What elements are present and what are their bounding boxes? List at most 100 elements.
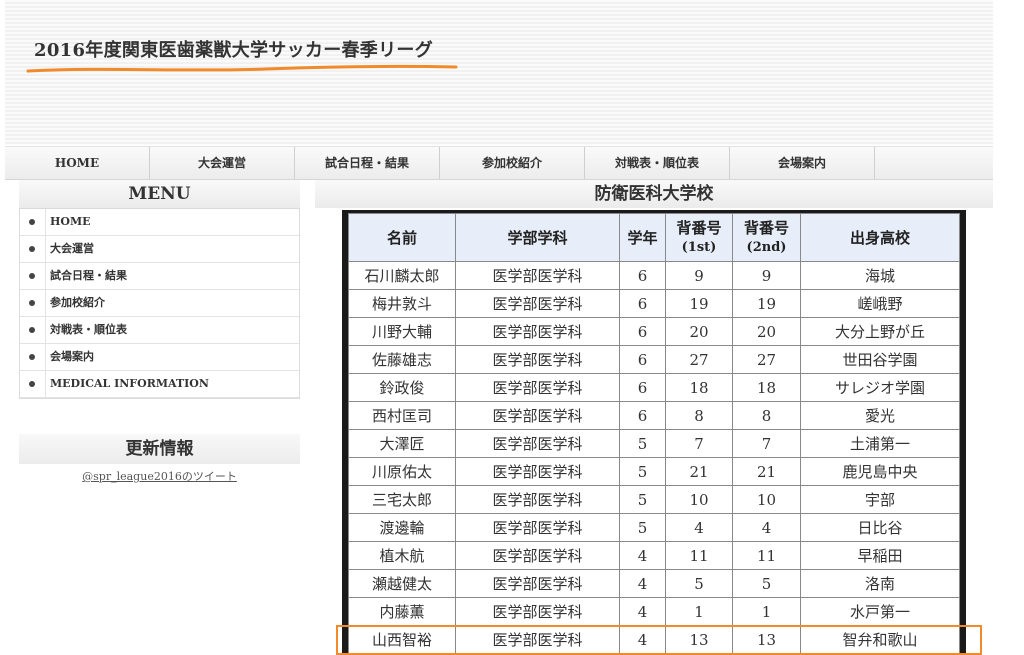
table-row: 鈴政俊 医学部医学科 6 18 18 サレジオ学園 (348, 373, 960, 402)
cell-high-school: 日比谷 (800, 513, 960, 542)
cell-grade: 5 (619, 457, 666, 486)
update-heading: 更新情報 (19, 434, 300, 464)
cell-number-2nd: 10 (732, 485, 801, 514)
cell-grade: 6 (619, 317, 666, 346)
bullet-icon (29, 273, 35, 279)
cell-department: 医学部医学科 (455, 541, 620, 570)
cell-grade: 4 (619, 625, 666, 654)
cell-name: 渡邊輪 (348, 513, 456, 542)
table-row: 渡邊輪 医学部医学科 5 4 4 日比谷 (348, 513, 960, 542)
cell-number-2nd: 11 (732, 541, 801, 570)
nav-participating-schools[interactable]: 参加校紹介 (440, 147, 585, 179)
cell-number-2nd: 18 (732, 373, 801, 402)
table-row: 西村匡司 医学部医学科 6 8 8 愛光 (348, 401, 960, 430)
title-underline-annotation (26, 64, 458, 73)
cell-number-2nd: 5 (732, 569, 801, 598)
header-high-school: 出身高校 (800, 213, 960, 262)
cell-grade: 6 (619, 289, 666, 318)
sidebar-item-participating-schools[interactable]: 参加校紹介 (20, 290, 299, 317)
header-number-1st: 背番号 (1st) (665, 213, 733, 262)
cell-name: 瀬越健太 (348, 569, 456, 598)
cell-department: 医学部医学科 (455, 513, 620, 542)
header-grade: 学年 (619, 213, 666, 262)
cell-number-2nd: 21 (732, 457, 801, 486)
roster-table-body: 石川麟太郎 医学部医学科 6 9 9 海城 梅井敦斗 医学部医学科 6 19 19 嵯峨野 川野大輔 医学… (348, 261, 960, 654)
sidebar-item-label: 試合日程・結果 (50, 269, 127, 282)
cell-department: 医学部医学科 (455, 569, 620, 598)
table-row: 内藤薫 医学部医学科 4 1 1 水戸第一 (348, 597, 960, 626)
table-row: 佐藤雄志 医学部医学科 6 27 27 世田谷学園 (348, 345, 960, 374)
cell-department: 医学部医学科 (455, 317, 620, 346)
cell-number-2nd: 8 (732, 401, 801, 430)
cell-name: 大澤匠 (348, 429, 456, 458)
cell-number-2nd: 13 (732, 625, 801, 654)
cell-department: 医学部医学科 (455, 373, 620, 402)
nav-venue-guide[interactable]: 会場案内 (730, 147, 875, 179)
cell-department: 医学部医学科 (455, 345, 620, 374)
cell-number-2nd: 4 (732, 513, 801, 542)
sidebar-item-schedule-results[interactable]: 試合日程・結果 (20, 263, 299, 290)
cell-number-1st: 21 (665, 457, 733, 486)
cell-department: 医学部医学科 (455, 597, 620, 626)
cell-grade: 6 (619, 345, 666, 374)
sidebar-item-standings[interactable]: 対戦表・順位表 (20, 317, 299, 344)
cell-high-school: 早稲田 (800, 541, 960, 570)
cell-number-1st: 4 (665, 513, 733, 542)
cell-number-1st: 8 (665, 401, 733, 430)
sidebar-item-label: MEDICAL INFORMATION (50, 377, 209, 390)
table-row: 川原佑太 医学部医学科 5 21 21 鹿児島中央 (348, 457, 960, 486)
cell-department: 医学部医学科 (455, 429, 620, 458)
sidebar-item-label: 参加校紹介 (50, 296, 105, 309)
nav-standings[interactable]: 対戦表・順位表 (585, 147, 730, 179)
cell-department: 医学部医学科 (455, 401, 620, 430)
sidebar-item-label: 対戦表・順位表 (50, 323, 127, 336)
cell-number-1st: 9 (665, 261, 733, 290)
cell-name: 川原佑太 (348, 457, 456, 486)
table-row: 梅井敦斗 医学部医学科 6 19 19 嵯峨野 (348, 289, 960, 318)
cell-department: 医学部医学科 (455, 289, 620, 318)
cell-name: 川野大輔 (348, 317, 456, 346)
nav-tournament-operation[interactable]: 大会運営 (150, 147, 295, 179)
cell-high-school: サレジオ学園 (800, 373, 960, 402)
sidebar-menu: HOME 大会運営 試合日程・結果 参加校紹介 対戦表・順位表 会場案内 MED… (19, 209, 300, 399)
table-row: 大澤匠 医学部医学科 5 7 7 土浦第一 (348, 429, 960, 458)
table-row: 山西智裕 医学部医学科 4 13 13 智弁和歌山 (348, 625, 960, 654)
cell-high-school: 愛光 (800, 401, 960, 430)
cell-high-school: 土浦第一 (800, 429, 960, 458)
table-row: 石川麟太郎 医学部医学科 6 9 9 海城 (348, 261, 960, 290)
bullet-icon (29, 300, 35, 306)
nav-home[interactable]: HOME (5, 147, 150, 179)
cell-high-school: 宇部 (800, 485, 960, 514)
cell-number-1st: 10 (665, 485, 733, 514)
bullet-icon (29, 327, 35, 333)
bullet-icon (29, 381, 35, 387)
twitter-feed-link[interactable]: @spr_league2016のツイート (19, 468, 300, 484)
bullet-icon (29, 246, 35, 252)
cell-number-2nd: 19 (732, 289, 801, 318)
cell-name: 植木航 (348, 541, 456, 570)
sidebar: MENU HOME 大会運営 試合日程・結果 参加校紹介 対戦表・順位表 会場案… (19, 180, 300, 484)
site-title[interactable]: 2016年度関東医歯薬獣大学サッカー春季リーグ (34, 36, 433, 62)
cell-high-school: 洛南 (800, 569, 960, 598)
sidebar-item-tournament-operation[interactable]: 大会運営 (20, 236, 299, 263)
cell-number-2nd: 27 (732, 345, 801, 374)
main-nav: HOME 大会運営 試合日程・結果 参加校紹介 対戦表・順位表 会場案内 (5, 146, 993, 180)
cell-grade: 4 (619, 569, 666, 598)
sidebar-item-medical-information[interactable]: MEDICAL INFORMATION (20, 371, 299, 398)
cell-number-2nd: 9 (732, 261, 801, 290)
nav-schedule-results[interactable]: 試合日程・結果 (295, 147, 440, 179)
header-department: 学部学科 (455, 213, 620, 262)
sidebar-item-home[interactable]: HOME (20, 209, 299, 236)
cell-name: 内藤薫 (348, 597, 456, 626)
cell-high-school: 世田谷学園 (800, 345, 960, 374)
bullet-icon (29, 354, 35, 360)
sidebar-item-label: 大会運営 (50, 242, 94, 255)
cell-grade: 5 (619, 429, 666, 458)
cell-grade: 4 (619, 541, 666, 570)
cell-number-1st: 7 (665, 429, 733, 458)
cell-high-school: 海城 (800, 261, 960, 290)
sidebar-item-venue-guide[interactable]: 会場案内 (20, 344, 299, 371)
cell-high-school: 鹿児島中央 (800, 457, 960, 486)
cell-number-1st: 18 (665, 373, 733, 402)
cell-grade: 5 (619, 513, 666, 542)
